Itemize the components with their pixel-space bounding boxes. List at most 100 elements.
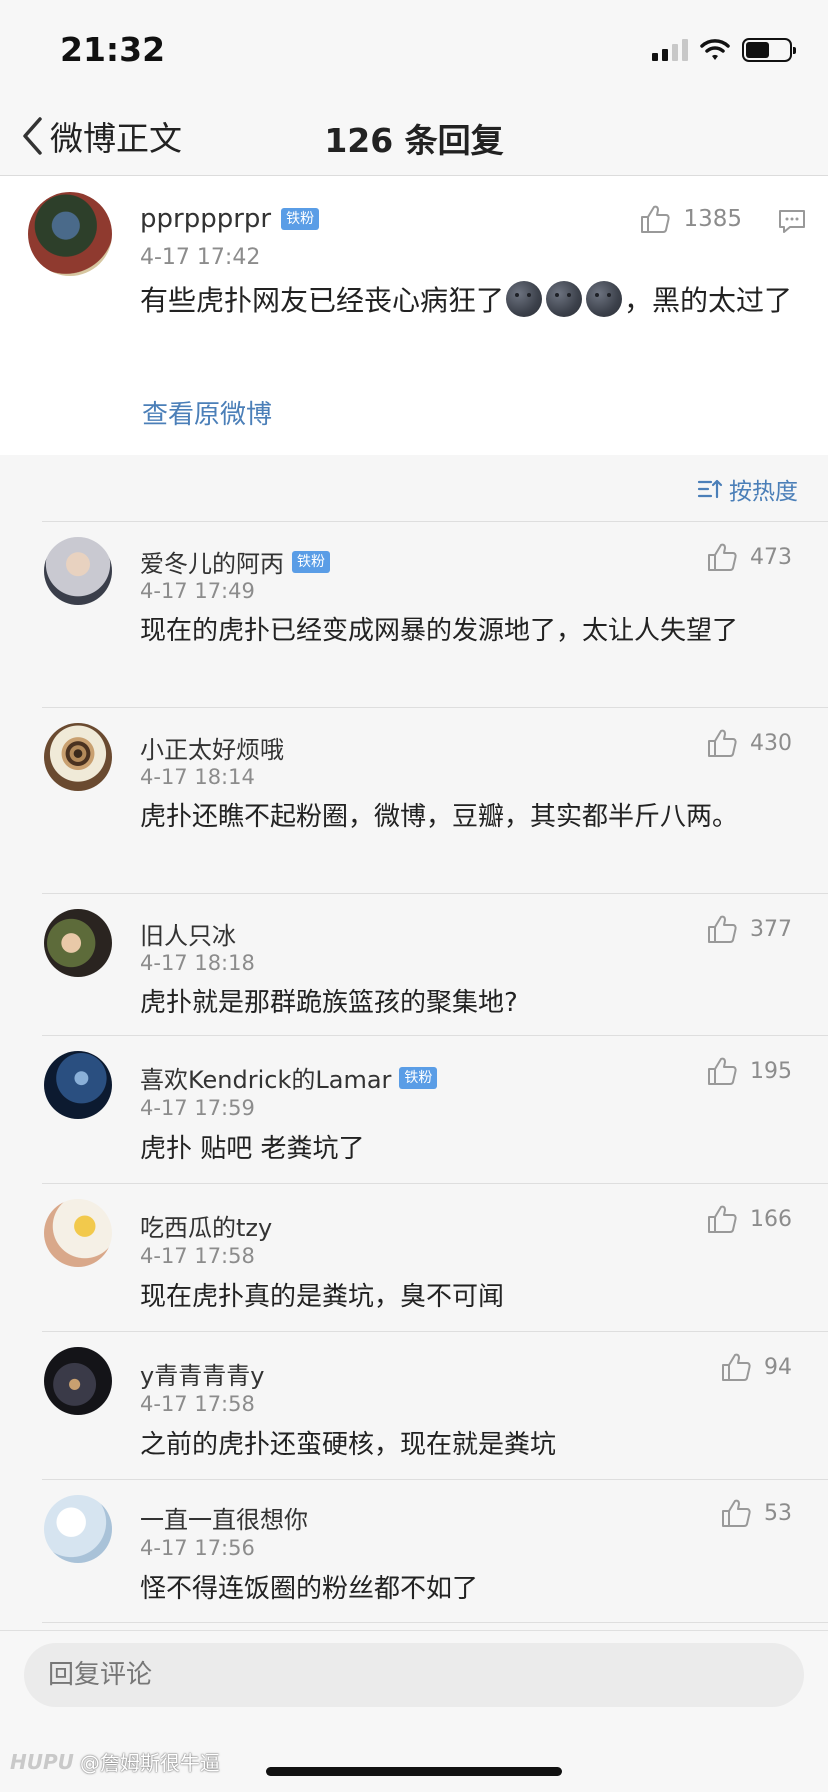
- thumbs-up-icon: [708, 729, 737, 757]
- avatar[interactable]: [28, 192, 112, 276]
- thumbs-up-icon: [722, 1353, 751, 1381]
- comment-username[interactable]: 吃西瓜的tzy: [140, 1208, 272, 1243]
- original-comment: pprppprpr 铁粉 4-17 17:42 有些虎扑网友已经丧心病狂了 ，黑的…: [0, 176, 828, 455]
- comment-timestamp: 4-17 18:18: [140, 951, 255, 975]
- comment-item: y青青青青y 4-17 17:58 之前的虎扑还蛮硬核，现在就是粪坑 94: [42, 1332, 828, 1480]
- battery-icon: [742, 38, 796, 62]
- thumbs-up-icon: [722, 1499, 751, 1527]
- comment-text: 现在的虎扑已经变成网暴的发源地了，太让人失望了: [140, 616, 739, 646]
- fan-badge: 铁粉: [399, 1066, 438, 1089]
- like-count: 1385: [683, 206, 742, 232]
- avatar[interactable]: [44, 1347, 112, 1415]
- like-count: 473: [750, 544, 792, 570]
- comment-text: 虎扑 贴吧 老粪坑了: [140, 1134, 365, 1164]
- like-count: 94: [764, 1354, 792, 1380]
- comment-timestamp: 4-17 17:49: [140, 579, 255, 603]
- status-icons: [652, 38, 796, 62]
- comment-text: 现在虎扑真的是粪坑，臭不可闻: [140, 1282, 505, 1312]
- comment-timestamp: 4-17 18:14: [140, 765, 255, 789]
- avatar[interactable]: [44, 1051, 112, 1119]
- comment-text: 之前的虎扑还蛮硬核，现在就是粪坑: [140, 1430, 557, 1460]
- watermark-brand: HUPU: [10, 1749, 74, 1774]
- home-indicator[interactable]: [266, 1767, 562, 1776]
- original-timestamp: 4-17 17:42: [140, 245, 261, 270]
- sort-label: 按热度: [729, 479, 798, 505]
- watermark: HUPU @詹姆斯很牛逼: [10, 1747, 220, 1776]
- username-text: y青青青青y: [140, 1362, 265, 1390]
- comment-list: 爱冬儿的阿丙 铁粉 4-17 17:49 现在的虎扑已经变成网暴的发源地了，太让…: [0, 522, 828, 1623]
- comment-timestamp: 4-17 17:58: [140, 1244, 255, 1268]
- reply-comment-input[interactable]: 回复评论: [24, 1643, 804, 1707]
- like-count: 195: [750, 1058, 792, 1084]
- username-text: 旧人只冰: [140, 922, 236, 950]
- like-button[interactable]: 166: [706, 1204, 792, 1234]
- avatar[interactable]: [44, 1495, 112, 1563]
- comment-username[interactable]: 一直一直很想你: [140, 1500, 308, 1535]
- status-time: 21:32: [60, 30, 166, 69]
- bottom-bar: 回复评论 HUPU @詹姆斯很牛逼: [0, 1630, 828, 1792]
- like-button[interactable]: 195: [706, 1056, 792, 1086]
- avatar[interactable]: [44, 909, 112, 977]
- username-text: 爱冬儿的阿丙: [140, 550, 284, 578]
- like-count: 377: [750, 916, 792, 942]
- comment-item: 爱冬儿的阿丙 铁粉 4-17 17:49 现在的虎扑已经变成网暴的发源地了，太让…: [42, 522, 828, 708]
- status-bar: 21:32: [0, 0, 828, 98]
- username-text: 喜欢Kendrick的Lamar: [140, 1066, 392, 1094]
- avatar[interactable]: [44, 1199, 112, 1267]
- new-moon-face-emoji-icon: [546, 281, 583, 317]
- cellular-signal-icon: [652, 39, 688, 61]
- comment-item: 喜欢Kendrick的Lamar 铁粉 4-17 17:59 虎扑 贴吧 老粪坑…: [42, 1036, 828, 1184]
- wifi-icon: [700, 39, 730, 60]
- fan-badge: 铁粉: [281, 208, 320, 230]
- nav-bar: 微博正文 126 条回复: [0, 98, 828, 176]
- original-text-part: ，黑的太过了: [624, 284, 793, 317]
- comment-item: 旧人只冰 4-17 18:18 虎扑就是那群跪族篮孩的聚集地? 377: [42, 894, 828, 1036]
- comment-timestamp: 4-17 17:58: [140, 1392, 255, 1416]
- comment-timestamp: 4-17 17:59: [140, 1096, 255, 1120]
- original-username[interactable]: pprppprpr 铁粉: [140, 204, 320, 234]
- comment-text: 怪不得连饭圈的粉丝都不如了: [140, 1574, 479, 1604]
- username-text: 吃西瓜的tzy: [140, 1214, 273, 1242]
- like-button[interactable]: 53: [720, 1498, 792, 1528]
- comment-button[interactable]: [778, 208, 806, 238]
- new-moon-face-emoji-icon: [586, 281, 623, 317]
- original-text: 有些虎扑网友已经丧心病狂了 ，黑的太过了: [140, 280, 800, 322]
- like-count: 430: [750, 730, 792, 756]
- thumbs-up-icon: [708, 543, 737, 571]
- like-button[interactable]: 1385: [639, 204, 742, 234]
- comment-icon: [779, 210, 805, 233]
- comment-timestamp: 4-17 17:56: [140, 1536, 255, 1560]
- fan-badge: 铁粉: [292, 550, 330, 573]
- thumbs-up-icon: [708, 915, 737, 943]
- like-button[interactable]: 430: [706, 728, 792, 758]
- like-button[interactable]: 377: [706, 914, 792, 944]
- comment-text: 虎扑还瞧不起粉圈，微博，豆瓣，其实都半斤八两。: [140, 802, 739, 832]
- like-count: 166: [750, 1206, 792, 1232]
- username-text: pprppprpr: [140, 204, 272, 234]
- comment-text: 虎扑就是那群跪族篮孩的聚集地?: [140, 988, 518, 1018]
- comment-username[interactable]: 旧人只冰: [140, 916, 236, 951]
- watermark-handle: @詹姆斯很牛逼: [79, 1751, 220, 1775]
- sort-by-hot-button[interactable]: 按热度: [697, 472, 798, 506]
- thumbs-up-icon: [641, 205, 671, 233]
- comment-username[interactable]: y青青青青y: [140, 1356, 264, 1391]
- comment-item: 一直一直很想你 4-17 17:56 怪不得连饭圈的粉丝都不如了 53: [42, 1480, 828, 1623]
- like-button[interactable]: 94: [720, 1352, 792, 1382]
- avatar[interactable]: [44, 723, 112, 791]
- sort-icon: [697, 479, 723, 499]
- new-moon-face-emoji-icon: [506, 281, 543, 317]
- original-text-part: 有些虎扑网友已经丧心病狂了: [140, 284, 505, 317]
- avatar[interactable]: [44, 537, 112, 605]
- comment-username[interactable]: 喜欢Kendrick的Lamar 铁粉: [140, 1060, 438, 1095]
- comment-username[interactable]: 小正太好烦哦: [140, 730, 284, 765]
- like-button[interactable]: 473: [706, 542, 792, 572]
- username-text: 小正太好烦哦: [140, 736, 284, 764]
- page-title: 126 条回复: [324, 121, 504, 160]
- comment-item: 小正太好烦哦 4-17 18:14 虎扑还瞧不起粉圈，微博，豆瓣，其实都半斤八两…: [42, 708, 828, 894]
- view-original-weibo-link[interactable]: 查看原微博: [142, 394, 272, 431]
- like-count: 53: [764, 1500, 792, 1526]
- thumbs-up-icon: [708, 1205, 737, 1233]
- username-text: 一直一直很想你: [140, 1506, 308, 1534]
- comment-username[interactable]: 爱冬儿的阿丙 铁粉: [140, 544, 330, 579]
- thumbs-up-icon: [708, 1057, 737, 1085]
